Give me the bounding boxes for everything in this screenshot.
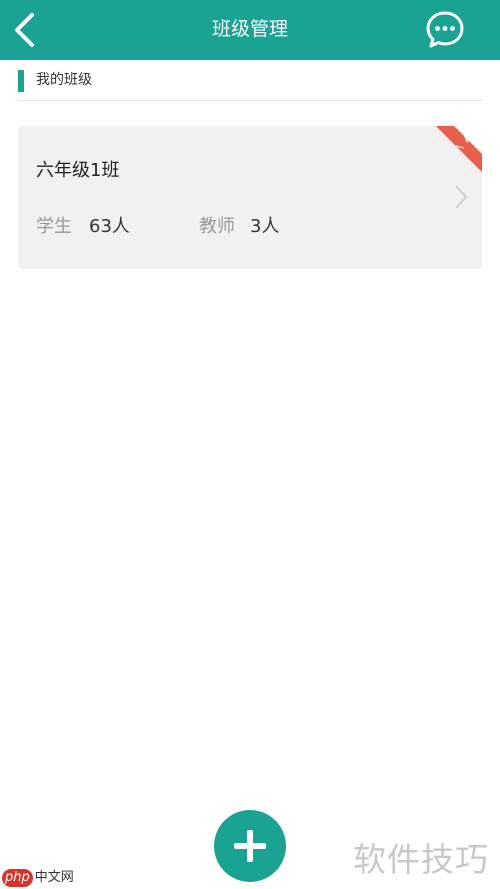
chevron-left-icon (15, 13, 34, 47)
teachers-count: 3人 (250, 216, 280, 237)
plus-icon (234, 830, 266, 862)
badge-ribbon-icon (436, 126, 482, 172)
section-title: 我的班级 (36, 72, 92, 88)
top-app-bar: 班级管理 (0, 0, 500, 60)
students-count: 63人 (89, 216, 130, 237)
message-button[interactable] (424, 9, 466, 51)
section-accent-bar (18, 70, 24, 92)
section-header: 我的班级 (18, 60, 482, 101)
class-name: 六年级1班 (36, 160, 120, 181)
back-button[interactable] (8, 8, 48, 52)
class-card[interactable]: 六年级1班 学生 63人 教师 3人 (18, 126, 482, 269)
add-class-button[interactable] (214, 810, 286, 882)
chevron-right-icon (455, 185, 468, 209)
logo-mark: php (2, 869, 33, 887)
chat-bubble-icon (426, 11, 464, 48)
students-label: 学生 (36, 216, 72, 237)
logo-text: 中文网 (34, 870, 74, 885)
site-logo: php 中文网 (2, 869, 74, 887)
teachers-label: 教师 (199, 216, 235, 237)
watermark-text: 软件技巧 (353, 840, 489, 879)
page-title: 班级管理 (211, 18, 288, 40)
